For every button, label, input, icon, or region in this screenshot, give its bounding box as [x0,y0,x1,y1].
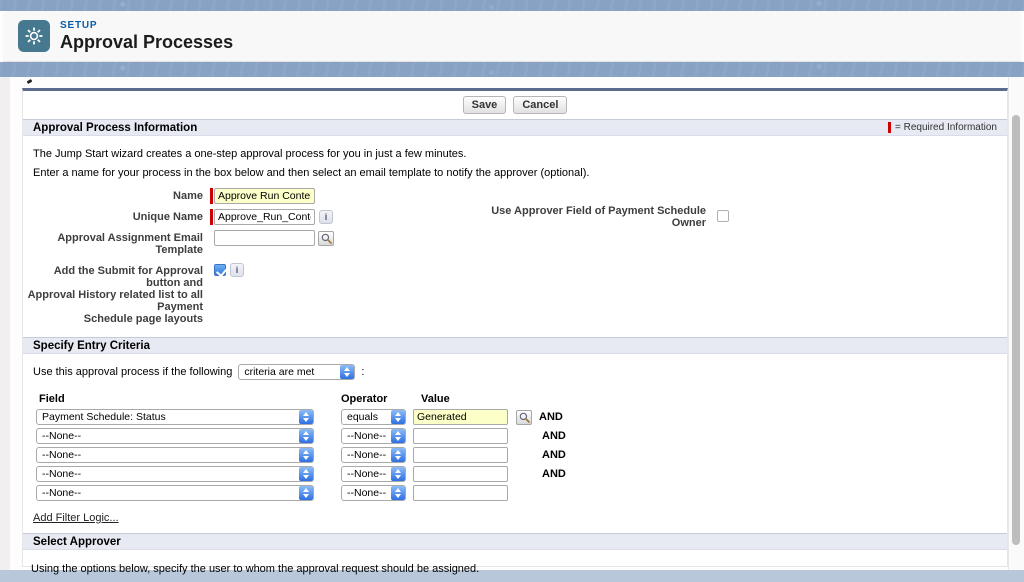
required-legend-label: = Required Information [895,122,997,133]
clipped-text-artifact [27,79,33,84]
approver-intro-text: Using the options below, specify the use… [31,563,1007,575]
unique-name-input[interactable] [214,209,315,225]
required-marker-icon [888,122,891,133]
setup-header: SETUP Approval Processes [3,11,1021,62]
page-background-band [0,0,1024,11]
section-title: Select Approver [33,536,121,548]
form-toolbar: Save Cancel [23,91,1007,119]
use-approver-field-checkbox[interactable] [717,210,729,222]
criteria-operator-select[interactable]: --None-- [341,428,406,444]
main-content: Save Cancel Approval Process Information… [0,77,1024,570]
criteria-field-select[interactable]: --None-- [36,428,314,444]
criteria-value-input[interactable] [413,409,508,425]
gear-icon [24,26,44,46]
email-template-label: Approval Assignment Email Template [23,230,203,256]
criteria-operator-select[interactable]: --None-- [341,485,406,501]
use-approver-field-label: Use Approver Field of Payment Schedule O… [448,203,706,229]
add-submit-label: Add the Submit for Approval button and A… [23,263,203,325]
criteria-conjunction: AND [542,468,566,480]
select-stepper-icon [391,429,405,443]
section-select-approver: Select Approver [23,533,1007,550]
page-title: Approval Processes [60,32,233,53]
criteria-field-select[interactable]: --None-- [36,485,314,501]
vertical-scrollbar-thumb[interactable] [1012,115,1020,545]
select-stepper-icon [299,448,313,462]
field-column-header: Field [39,393,65,405]
section-title: Specify Entry Criteria [33,340,150,352]
criteria-value-input[interactable] [413,447,508,463]
criteria-row-2: --None-- --None-- AND [23,428,1007,444]
criteria-operator-select[interactable]: equals [341,409,406,425]
value-column-header: Value [421,393,450,405]
criteria-column-headers: Field Operator Value [23,393,1007,406]
criteria-conjunction: AND [542,430,566,442]
select-stepper-icon [299,410,313,424]
required-marker-icon [210,209,213,225]
lookup-icon[interactable] [516,410,532,425]
select-stepper-icon [299,429,313,443]
select-stepper-icon [391,410,405,424]
required-information-legend: = Required Information [888,122,997,133]
info-icon[interactable]: i [230,263,244,277]
setup-gear-tile [18,20,50,52]
criteria-conjunction: AND [539,411,563,423]
criteria-colon: : [361,366,364,378]
criteria-field-select[interactable]: --None-- [36,447,314,463]
name-label: Name [23,188,203,202]
add-filter-logic-link[interactable]: Add Filter Logic... [33,512,119,524]
criteria-operator-select[interactable]: --None-- [341,447,406,463]
select-stepper-icon [391,467,405,481]
criteria-field-select[interactable]: Payment Schedule: Status [36,409,314,425]
criteria-operator-select[interactable]: --None-- [341,466,406,482]
name-template-intro-text: Enter a name for your process in the box… [33,167,1007,179]
criteria-row-5: --None-- --None-- [23,485,1007,501]
section-specify-entry-criteria: Specify Entry Criteria [23,337,1007,354]
info-icon[interactable]: i [319,210,333,224]
criteria-value-input[interactable] [413,485,508,501]
setup-breadcrumb: SETUP [60,20,233,31]
section-title: Approval Process Information [33,122,197,134]
criteria-field-select[interactable]: --None-- [36,466,314,482]
criteria-conjunction: AND [542,449,566,461]
select-stepper-icon [391,486,405,500]
select-stepper-icon [340,365,354,379]
section-approval-process-information: Approval Process Information = Required … [23,119,1007,136]
required-marker-icon [210,188,213,204]
approval-process-form: Save Cancel Approval Process Information… [22,88,1008,567]
criteria-intro-text: Use this approval process if the followi… [33,366,232,378]
cancel-button[interactable]: Cancel [513,96,567,114]
select-stepper-icon [299,467,313,481]
criteria-value-input[interactable] [413,428,508,444]
criteria-value-input[interactable] [413,466,508,482]
vertical-scrollbar-track [1008,77,1024,570]
criteria-row-3: --None-- --None-- AND [23,447,1007,463]
criteria-mode-select[interactable]: criteria are met [238,364,355,380]
name-input[interactable] [214,188,315,204]
criteria-row-1: Payment Schedule: Status equals AND [23,409,1007,425]
unique-name-label: Unique Name [23,209,203,223]
criteria-row-4: --None-- --None-- AND [23,466,1007,482]
select-stepper-icon [299,486,313,500]
operator-column-header: Operator [341,393,387,405]
lookup-icon[interactable] [318,231,334,246]
jumpstart-intro-text: The Jump Start wizard creates a one-step… [33,148,1007,160]
select-stepper-icon [391,448,405,462]
add-submit-checkbox[interactable] [214,264,226,276]
save-button[interactable]: Save [463,96,507,114]
email-template-input[interactable] [214,230,315,246]
page-background-band [0,62,1024,77]
